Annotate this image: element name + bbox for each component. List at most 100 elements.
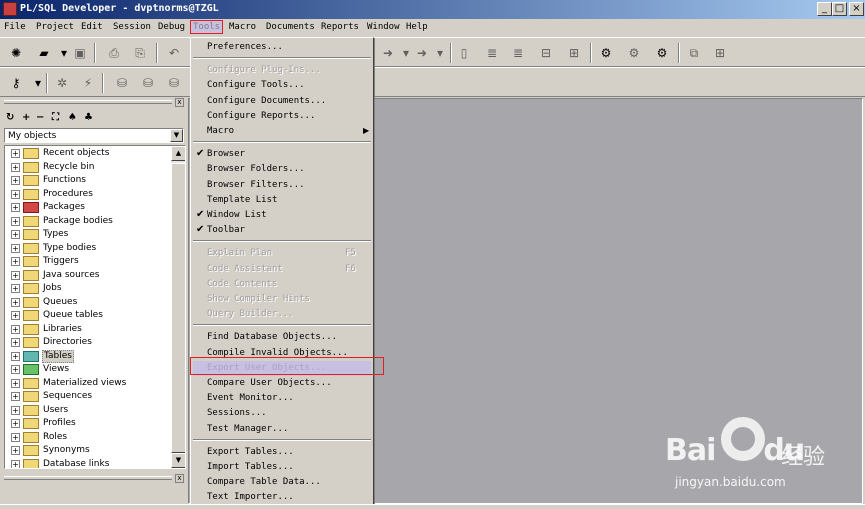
menu-item-configure-tools[interactable]: Configure Tools... — [193, 78, 371, 93]
find-binoculars-icon[interactable]: ⛶ — [52, 112, 59, 124]
tree-item-types[interactable]: + Types — [5, 228, 171, 241]
menu-documents[interactable]: Documents — [266, 22, 315, 32]
scroll-thumb[interactable] — [171, 163, 185, 453]
menu-item-export-tables[interactable]: Export Tables... — [193, 445, 371, 460]
menu-item-browser-folders[interactable]: Browser Folders... — [193, 162, 371, 177]
menu-item-find-database-objects[interactable]: Find Database Objects... — [193, 330, 371, 345]
menu-item-compare-user-objects[interactable]: Compare User Objects... — [193, 376, 371, 391]
tree-item-triggers[interactable]: + Triggers — [5, 255, 171, 268]
maximize-button[interactable]: □ — [832, 2, 847, 16]
expand-plus-icon[interactable]: + — [11, 189, 20, 199]
tree-item-package-bodies[interactable]: + Package bodies — [5, 215, 171, 228]
tree-scrollbar[interactable]: ▲ ▼ — [171, 146, 185, 468]
comment-icon[interactable]: ⊟ — [538, 45, 554, 61]
folder-filter-icon[interactable]: ♣ — [84, 112, 93, 124]
dropdown-arrow-icon[interactable]: ▾ — [30, 75, 46, 91]
filter-icon[interactable]: ♠ — [68, 112, 77, 124]
window-tile-icon[interactable]: ⊞ — [712, 45, 728, 61]
expand-plus-icon[interactable]: + — [11, 243, 20, 253]
save-icon[interactable]: ▣ — [72, 45, 88, 61]
import-icon[interactable]: ➜ — [414, 45, 430, 61]
menu-item-configure-reports[interactable]: Configure Reports... — [193, 109, 371, 124]
expand-plus-icon[interactable]: + — [11, 365, 20, 374]
indent-icon[interactable]: ≣ — [484, 45, 500, 61]
export-icon[interactable]: ➜ — [380, 45, 396, 61]
tree-item-users[interactable]: + Users — [5, 404, 171, 417]
undo-icon[interactable]: ↶ — [166, 45, 182, 61]
tree-item-views[interactable]: + Views — [5, 363, 171, 376]
menu-item-explain-plan[interactable]: Explain Plan F5 — [193, 246, 371, 261]
expand-plus-icon[interactable]: + — [11, 459, 20, 468]
menu-file[interactable]: File — [4, 22, 26, 32]
chevron-down-icon[interactable]: ▼ — [170, 129, 183, 142]
expand-plus-icon[interactable]: + — [11, 405, 20, 415]
expand-plus-icon[interactable]: + — [11, 446, 20, 455]
tree-item-packages[interactable]: + Packages — [5, 201, 171, 214]
scroll-down-icon[interactable]: ▼ — [171, 453, 185, 468]
commit-icon[interactable]: ⛁ — [114, 75, 130, 91]
menu-item-toolbar[interactable]: ✔ Toolbar — [193, 223, 371, 238]
logon-key-icon[interactable]: ⚷ — [8, 75, 24, 91]
print-icon[interactable]: ⎙ — [106, 45, 122, 61]
menu-item-configure-documents[interactable]: Configure Documents... — [193, 94, 371, 109]
expand-plus-icon[interactable]: + — [11, 149, 20, 158]
break-icon[interactable]: ⚡ — [80, 75, 96, 91]
menu-reports[interactable]: Reports — [321, 22, 359, 32]
menu-debug[interactable]: Debug — [158, 22, 185, 32]
expand-plus-icon[interactable]: + — [11, 230, 20, 239]
panel-grip[interactable]: x — [2, 474, 186, 483]
menu-item-preferences[interactable]: Preferences... — [193, 40, 371, 55]
add-icon[interactable]: + — [22, 112, 30, 124]
find-object-icon[interactable]: ⚙ — [598, 45, 614, 61]
close-button[interactable]: × — [849, 2, 864, 16]
expand-plus-icon[interactable]: + — [11, 297, 20, 307]
menu-help[interactable]: Help — [406, 22, 428, 32]
expand-plus-icon[interactable]: + — [11, 311, 20, 320]
menu-item-macro[interactable]: Macro ▶ — [193, 124, 371, 139]
expand-plus-icon[interactable]: + — [11, 203, 20, 212]
tree-item-recent-objects[interactable]: + Recent objects — [5, 147, 171, 160]
expand-plus-icon[interactable]: + — [11, 162, 20, 172]
menu-window[interactable]: Window — [367, 22, 400, 32]
menu-item-compare-table-data[interactable]: Compare Table Data... — [193, 475, 371, 490]
menu-macro[interactable]: Macro — [229, 22, 256, 32]
scroll-up-icon[interactable]: ▲ — [171, 146, 185, 161]
menu-item-sessions[interactable]: Sessions... — [193, 406, 371, 421]
tree-item-tables[interactable]: + Tables — [5, 349, 171, 363]
menu-item-import-tables[interactable]: Import Tables... — [193, 460, 371, 475]
execute-gear-icon[interactable]: ✲ — [54, 75, 70, 91]
panel-grip[interactable]: x — [2, 98, 186, 107]
tree-item-database-links[interactable]: + Database links — [5, 458, 171, 468]
tree-item-recycle-bin[interactable]: + Recycle bin — [5, 161, 171, 174]
close-panel-icon[interactable]: x — [175, 474, 184, 483]
menu-item-show-compiler-hints[interactable]: Show Compiler Hints — [193, 292, 371, 307]
menu-item-event-monitor[interactable]: Event Monitor... — [193, 391, 371, 406]
expand-plus-icon[interactable]: + — [11, 392, 20, 401]
tree-item-type-bodies[interactable]: + Type bodies — [5, 242, 171, 255]
tree-item-functions[interactable]: + Functions — [5, 174, 171, 187]
tree-item-directories[interactable]: + Directories — [5, 336, 171, 349]
menu-item-browser[interactable]: ✔ Browser — [193, 147, 371, 162]
tree-item-procedures[interactable]: + Procedures — [5, 188, 171, 201]
dropdown-arrow-icon[interactable]: ▾ — [432, 45, 448, 61]
expand-plus-icon[interactable]: + — [11, 176, 20, 185]
menu-item-code-assistant[interactable]: Code Assistant F6 — [193, 262, 371, 277]
expand-plus-icon[interactable]: + — [11, 351, 20, 361]
menu-item-code-contents[interactable]: Code Contents — [193, 277, 371, 292]
menu-item-window-list[interactable]: ✔ Window List — [193, 208, 371, 223]
dropdown-arrow-icon[interactable]: ▾ — [56, 45, 72, 61]
menu-tools[interactable]: Tools — [190, 20, 224, 34]
expand-plus-icon[interactable]: + — [11, 419, 20, 428]
tree-item-libraries[interactable]: + Libraries — [5, 323, 171, 336]
menu-item-query-builder[interactable]: Query Builder... — [193, 307, 371, 322]
menu-item-configure-plug-ins[interactable]: Configure Plug-Ins... — [193, 63, 371, 78]
menu-session[interactable]: Session — [113, 22, 151, 32]
sql-icon[interactable]: ⛁ — [166, 75, 182, 91]
tree-item-profiles[interactable]: + Profiles — [5, 417, 171, 430]
bookmark-icon[interactable]: ⚙ — [626, 45, 642, 61]
remove-icon[interactable]: − — [36, 112, 44, 124]
expand-plus-icon[interactable]: + — [11, 324, 20, 334]
uncomment-icon[interactable]: ⊞ — [566, 45, 582, 61]
tree-item-java-sources[interactable]: + Java sources — [5, 269, 171, 282]
print-preview-icon[interactable]: ⎘ — [132, 45, 148, 61]
